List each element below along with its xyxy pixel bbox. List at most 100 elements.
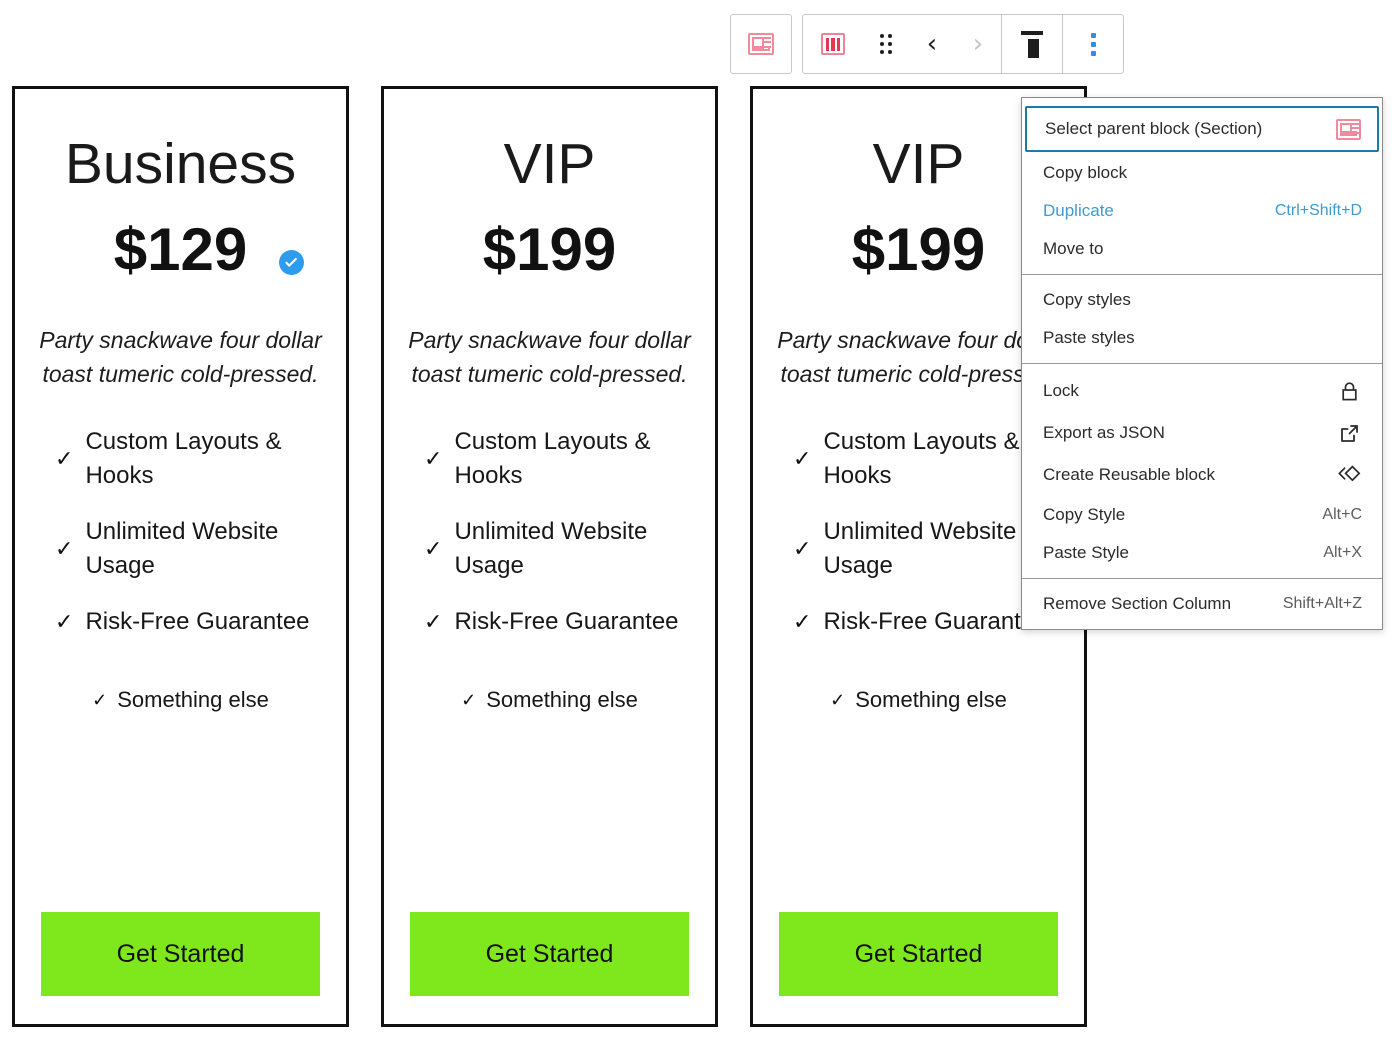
drag-handle-icon bbox=[879, 34, 893, 54]
parent-block-toolbar-group bbox=[730, 14, 792, 74]
align-top-icon bbox=[1020, 31, 1044, 59]
lock-icon bbox=[1336, 379, 1362, 403]
section-column-icon bbox=[821, 33, 845, 55]
move-left-icon: ‹ bbox=[926, 29, 938, 59]
menu-item-label: Paste Style bbox=[1043, 543, 1129, 562]
list-item: ✓ Risk-Free Guarantee bbox=[33, 605, 328, 639]
menu-item-label: Move to bbox=[1043, 239, 1104, 258]
feature-list: ✓ Custom Layouts & Hooks ✓ Unlimited Web… bbox=[33, 425, 328, 661]
vertical-align-button[interactable] bbox=[1002, 15, 1062, 73]
block-options-menu: Select parent block (Section) Copy block… bbox=[1021, 97, 1383, 630]
menu-item-label: Copy block bbox=[1043, 163, 1128, 182]
menu-item-lock[interactable]: Lock bbox=[1022, 370, 1382, 412]
menu-item-shortcut: Alt+C bbox=[1322, 506, 1362, 523]
block-toolbar: ‹ › bbox=[730, 14, 1124, 74]
menu-item-label: Duplicate bbox=[1043, 201, 1114, 220]
plan-title: VIP bbox=[503, 132, 596, 196]
check-icon: ✓ bbox=[793, 445, 812, 471]
move-right-button[interactable]: › bbox=[955, 15, 1001, 73]
menu-item-paste-styles[interactable]: Paste styles bbox=[1022, 319, 1382, 357]
get-started-button[interactable]: Get Started bbox=[41, 912, 320, 996]
list-item-extra: ✓ Something else bbox=[33, 687, 328, 713]
menu-group: Select parent block (Section) Copy block… bbox=[1022, 98, 1382, 275]
menu-item-label: Export as JSON bbox=[1043, 423, 1165, 442]
feature-label: Unlimited Website Usage bbox=[85, 517, 279, 579]
editor-canvas: ‹ › Business $129 Party snackwave four d… bbox=[0, 0, 1400, 1044]
check-icon: ✓ bbox=[793, 535, 812, 561]
drag-handle-button[interactable] bbox=[863, 15, 909, 73]
check-icon: ✓ bbox=[424, 445, 443, 471]
plan-price-row: $199 bbox=[402, 218, 697, 281]
plan-price: $129 bbox=[113, 215, 248, 283]
menu-group: Remove Section Column Shift+Alt+Z bbox=[1022, 579, 1382, 629]
menu-item-label: Remove Section Column bbox=[1043, 594, 1232, 613]
menu-item-shortcut: Ctrl+Shift+D bbox=[1274, 202, 1362, 219]
get-started-button[interactable]: Get Started bbox=[410, 912, 689, 996]
menu-group: Copy styles Paste styles bbox=[1022, 275, 1382, 364]
check-icon: ✓ bbox=[424, 535, 443, 561]
plan-description: Party snackwave four dollar toast tumeri… bbox=[39, 326, 322, 387]
pricing-cards-section: Business $129 Party snackwave four dolla… bbox=[12, 86, 1087, 1027]
feature-label: Custom Layouts & Hooks bbox=[85, 427, 282, 489]
list-item: ✓ Unlimited Website Usage bbox=[33, 515, 328, 583]
plan-description: Party snackwave four dollar toast tumeri… bbox=[408, 326, 691, 387]
more-options-button[interactable] bbox=[1063, 15, 1123, 73]
list-item-extra: ✓ Something else bbox=[771, 687, 1066, 713]
menu-item-copy-block[interactable]: Copy block bbox=[1022, 154, 1382, 192]
feature-label: Custom Layouts & Hooks bbox=[454, 427, 651, 489]
menu-item-copy-style[interactable]: Copy Style Alt+C bbox=[1022, 496, 1382, 534]
feature-label: Unlimited Website Usage bbox=[454, 517, 648, 579]
list-item: ✓ Risk-Free Guarantee bbox=[402, 605, 697, 639]
feature-label: Something else bbox=[117, 687, 269, 713]
pricing-card[interactable]: VIP $199 Party snackwave four dollar toa… bbox=[381, 86, 718, 1027]
feature-list: ✓ Custom Layouts & Hooks ✓ Unlimited Web… bbox=[402, 425, 697, 661]
feature-label: Something else bbox=[855, 687, 1007, 713]
menu-item-remove-section-column[interactable]: Remove Section Column Shift+Alt+Z bbox=[1022, 585, 1382, 623]
plan-price: $199 bbox=[482, 215, 617, 283]
list-item: ✓ Custom Layouts & Hooks bbox=[402, 425, 697, 493]
menu-item-label: Copy Style bbox=[1043, 505, 1126, 524]
check-icon: ✓ bbox=[92, 689, 108, 710]
section-icon bbox=[1335, 117, 1361, 141]
menu-item-move-to[interactable]: Move to bbox=[1022, 230, 1382, 268]
feature-label: Risk-Free Guarantee bbox=[85, 608, 310, 636]
plan-title: VIP bbox=[872, 132, 965, 196]
menu-item-export-as-json[interactable]: Export as JSON bbox=[1022, 412, 1382, 454]
feature-label: Risk-Free Guarantee bbox=[454, 608, 679, 636]
block-controls-toolbar-group: ‹ › bbox=[802, 14, 1124, 74]
check-icon: ✓ bbox=[55, 445, 74, 471]
move-left-button[interactable]: ‹ bbox=[909, 15, 955, 73]
menu-item-duplicate[interactable]: Duplicate Ctrl+Shift+D bbox=[1022, 192, 1382, 230]
select-parent-section-icon bbox=[748, 33, 774, 55]
plan-price: $199 bbox=[851, 215, 986, 283]
block-type-button[interactable] bbox=[803, 15, 863, 73]
feature-label: Risk-Free Guarantee bbox=[823, 608, 1048, 636]
menu-item-select-parent-block[interactable]: Select parent block (Section) bbox=[1025, 106, 1379, 152]
list-item: ✓ Unlimited Website Usage bbox=[402, 515, 697, 583]
check-icon: ✓ bbox=[55, 609, 74, 635]
selected-check-badge-icon bbox=[279, 249, 304, 275]
menu-item-label: Copy styles bbox=[1043, 290, 1131, 309]
check-icon: ✓ bbox=[55, 535, 74, 561]
plan-price-row: $129 bbox=[33, 218, 328, 281]
check-icon: ✓ bbox=[461, 689, 477, 710]
menu-item-create-reusable-block[interactable]: Create Reusable block bbox=[1022, 454, 1382, 496]
external-link-icon bbox=[1336, 421, 1362, 445]
select-parent-block-button[interactable] bbox=[731, 15, 791, 73]
menu-item-label: Select parent block (Section) bbox=[1045, 119, 1263, 138]
more-options-icon bbox=[1090, 32, 1096, 56]
check-icon: ✓ bbox=[793, 609, 812, 635]
check-icon: ✓ bbox=[830, 689, 846, 710]
menu-item-paste-style[interactable]: Paste Style Alt+X bbox=[1022, 534, 1382, 572]
pricing-card[interactable]: Business $129 Party snackwave four dolla… bbox=[12, 86, 349, 1027]
plan-title: Business bbox=[64, 132, 297, 196]
menu-item-copy-styles[interactable]: Copy styles bbox=[1022, 281, 1382, 319]
get-started-button[interactable]: Get Started bbox=[779, 912, 1058, 996]
menu-item-label: Paste styles bbox=[1043, 328, 1135, 347]
menu-item-shortcut: Alt+X bbox=[1323, 544, 1362, 561]
reusable-block-icon bbox=[1336, 463, 1362, 487]
feature-label: Something else bbox=[486, 687, 638, 713]
menu-item-shortcut: Shift+Alt+Z bbox=[1282, 595, 1362, 612]
menu-item-label: Create Reusable block bbox=[1043, 465, 1215, 484]
list-item: ✓ Custom Layouts & Hooks bbox=[33, 425, 328, 493]
